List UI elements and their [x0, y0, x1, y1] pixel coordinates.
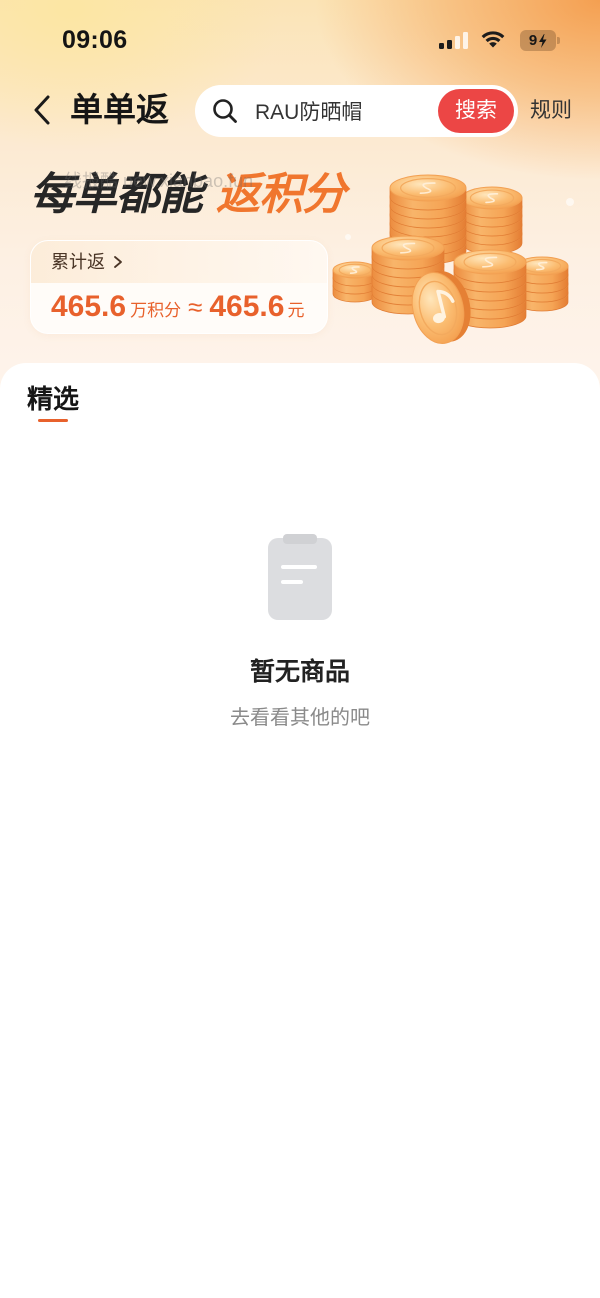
card-label: 累计返 — [51, 252, 105, 272]
cash-value: 465.6 — [209, 290, 285, 323]
sparkle — [566, 198, 574, 206]
watermark: 线报酷 new.xianbao.fun — [64, 171, 254, 191]
empty-state-subtitle: 去看看其他的吧 — [230, 707, 370, 729]
cumulative-rebate-link[interactable]: 累计返 — [31, 241, 327, 283]
coins-illustration — [332, 174, 574, 344]
battery-level: 9 — [528, 32, 538, 49]
battery-icon: 9 — [520, 30, 556, 51]
coin-stack — [332, 261, 378, 303]
charging-bolt-icon — [539, 33, 547, 48]
status-time: 09:06 — [62, 26, 128, 54]
signal-icon — [439, 32, 468, 49]
wifi-icon — [481, 31, 505, 48]
search-button[interactable]: 搜索 — [438, 89, 514, 133]
cash-unit: 元 — [287, 301, 305, 320]
content-panel — [0, 363, 600, 1298]
sparkle — [345, 234, 351, 240]
approx-sign: ≈ — [188, 292, 203, 322]
rules-link[interactable]: 规则 — [530, 97, 572, 125]
active-tab-indicator — [38, 419, 68, 422]
rebate-values: 465.6 万积分 ≈ 465.6 元 — [51, 287, 304, 329]
empty-state-title: 暂无商品 — [249, 658, 350, 686]
battery-cap — [557, 37, 560, 44]
chevron-right-icon — [114, 256, 122, 268]
clipboard-icon — [268, 534, 332, 620]
tab-featured[interactable]: 精选 — [27, 382, 79, 416]
search-input[interactable] — [255, 85, 433, 137]
coin-stack — [461, 186, 523, 255]
cumulative-rebate-card: 累计返 465.6 万积分 ≈ 465.6 元 — [30, 240, 328, 334]
page-title: 单单返 — [70, 91, 169, 128]
points-value: 465.6 — [51, 290, 127, 323]
search-bar: 搜索 — [195, 85, 518, 137]
points-unit: 万积分 — [130, 301, 182, 320]
search-icon — [213, 99, 237, 123]
chevron-left-icon[interactable] — [30, 94, 54, 126]
